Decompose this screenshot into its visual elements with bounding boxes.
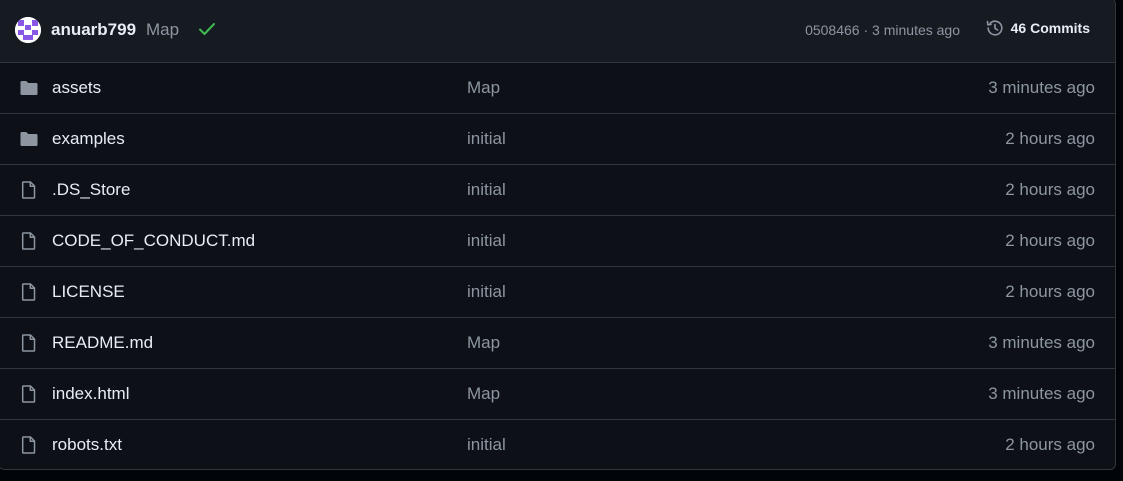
file-icon xyxy=(19,384,39,404)
file-name-link[interactable]: CODE_OF_CONDUCT.md xyxy=(52,231,255,251)
commit-message-link[interactable]: Map xyxy=(467,333,500,353)
commit-time: 3 minutes ago xyxy=(988,384,1095,403)
commits-count: 46 Commits xyxy=(1010,20,1090,36)
commit-time: 3 minutes ago xyxy=(988,78,1095,97)
commit-message-link[interactable]: Map xyxy=(467,384,500,404)
folder-icon xyxy=(19,129,39,149)
file-name-link[interactable]: README.md xyxy=(52,333,153,353)
file-name-link[interactable]: robots.txt xyxy=(52,435,122,455)
check-icon[interactable] xyxy=(198,21,216,42)
file-row[interactable]: CODE_OF_CONDUCT.md initial 2 hours ago xyxy=(0,216,1115,267)
file-row[interactable]: README.md Map 3 minutes ago xyxy=(0,318,1115,369)
commit-message-link[interactable]: Map xyxy=(467,78,500,98)
commit-message-link[interactable]: initial xyxy=(467,435,506,455)
file-row[interactable]: .DS_Store initial 2 hours ago xyxy=(0,165,1115,216)
file-icon xyxy=(19,435,39,455)
commit-time: 2 hours ago xyxy=(1005,435,1095,454)
file-name-link[interactable]: .DS_Store xyxy=(52,180,130,200)
commit-time: 2 hours ago xyxy=(1005,231,1095,250)
file-icon xyxy=(19,282,39,302)
file-row[interactable]: examples initial 2 hours ago xyxy=(0,114,1115,165)
file-name-link[interactable]: LICENSE xyxy=(52,282,125,302)
commit-author-link[interactable]: anuarb799 xyxy=(51,20,136,40)
commit-sha-link[interactable]: 0508466 xyxy=(805,22,860,38)
identicon xyxy=(15,17,41,43)
commit-time: 2 hours ago xyxy=(1005,129,1095,148)
commit-message-link[interactable]: initial xyxy=(467,282,506,302)
file-name-link[interactable]: examples xyxy=(52,129,125,149)
commit-message-link[interactable]: initial xyxy=(467,129,506,149)
file-row[interactable]: index.html Map 3 minutes ago xyxy=(0,369,1115,420)
file-row[interactable]: LICENSE initial 2 hours ago xyxy=(0,267,1115,318)
commit-time: 3 minutes ago xyxy=(872,22,960,38)
file-icon xyxy=(19,180,39,200)
commit-time: 3 minutes ago xyxy=(988,333,1095,352)
file-icon xyxy=(19,231,39,251)
commit-message-link[interactable]: Map xyxy=(146,20,179,40)
author-avatar[interactable] xyxy=(15,17,41,43)
file-list: assets Map 3 minutes ago examples initial 2 h… xyxy=(0,63,1115,469)
commit-time: 2 hours ago xyxy=(1005,282,1095,301)
commit-message-link[interactable]: initial xyxy=(467,231,506,251)
file-row[interactable]: robots.txt initial 2 hours ago xyxy=(0,420,1115,469)
file-name-link[interactable]: assets xyxy=(52,78,101,98)
commit-message-link[interactable]: initial xyxy=(467,180,506,200)
file-row[interactable]: assets Map 3 minutes ago xyxy=(0,63,1115,114)
commit-time: 2 hours ago xyxy=(1005,180,1095,199)
file-name-link[interactable]: index.html xyxy=(52,384,129,404)
file-browser: anuarb799 Map 0508466 · 3 minutes ago 46… xyxy=(0,0,1116,470)
history-icon xyxy=(985,18,1005,38)
commits-history-link[interactable]: 46 Commits xyxy=(985,18,1090,38)
separator: · xyxy=(859,22,873,38)
folder-icon xyxy=(19,78,39,98)
commit-sha-time: 0508466 · 3 minutes ago xyxy=(805,22,960,38)
latest-commit-bar: anuarb799 Map 0508466 · 3 minutes ago 46… xyxy=(0,0,1115,63)
file-icon xyxy=(19,333,39,353)
